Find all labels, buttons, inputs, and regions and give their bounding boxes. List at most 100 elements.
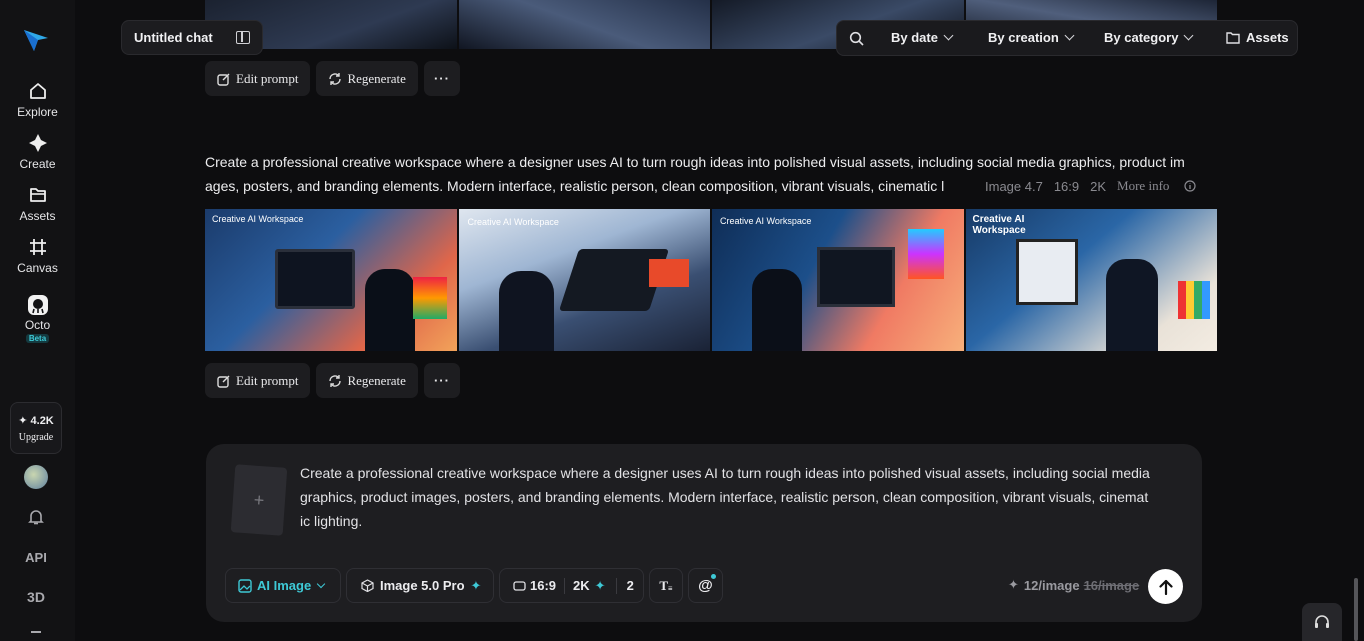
more-options-button[interactable]: ··· [423, 61, 460, 96]
add-reference-image-button[interactable]: + [230, 464, 288, 536]
more-options-button[interactable]: ··· [423, 363, 460, 398]
generated-image[interactable] [458, 0, 710, 49]
edit-prompt-label: Edit prompt [236, 372, 299, 388]
divider [564, 577, 566, 594]
panel-toggle-icon[interactable] [236, 31, 250, 44]
edit-icon [217, 73, 230, 86]
search-icon[interactable] [849, 31, 864, 46]
edit-prompt-label: Edit prompt [236, 70, 299, 86]
sidebar-item-label: Canvas [17, 261, 58, 275]
prompt-input-line: graphics, product images, posters, and b… [300, 489, 1149, 505]
edit-icon [217, 375, 230, 388]
chat-title-chip[interactable]: Untitled chat [121, 20, 263, 55]
folder-icon [27, 184, 49, 206]
arrow-up-icon [1158, 579, 1173, 595]
more-info-link[interactable]: More info [1117, 178, 1180, 194]
plus-icon: + [253, 489, 265, 510]
assets-button[interactable]: Assets [1226, 30, 1289, 45]
filter-label: By creation [988, 30, 1059, 45]
sidebar-item-explore[interactable]: Explore [0, 80, 75, 119]
sparkle-icon: ✦ [594, 577, 606, 593]
sidebar-item-assets[interactable]: Assets [0, 184, 75, 223]
sidebar: Explore Create Assets Canvas Octo Beta ✦… [0, 0, 75, 641]
headset-icon [1315, 615, 1329, 628]
sidebar-item-label: Create [19, 157, 56, 171]
sidebar-item-label: Octo [24, 318, 51, 332]
image-caption: Creative AI Workspace [212, 214, 304, 224]
edit-prompt-button[interactable]: Edit prompt [205, 363, 311, 398]
prompt-composer: + Create a professional creative workspa… [206, 444, 1202, 622]
resolution-label: 2K [573, 578, 590, 593]
menu-icon[interactable] [0, 630, 72, 641]
credits-count: ✦ 4.2K [18, 414, 54, 427]
regenerate-label: Regenerate [347, 372, 406, 388]
divider [615, 577, 617, 594]
regenerate-button[interactable]: Regenerate [316, 363, 418, 398]
refresh-icon [329, 374, 342, 387]
regenerate-button[interactable]: Regenerate [316, 61, 418, 96]
image-caption: Creative AI Workspace [720, 216, 812, 226]
filter-by-category[interactable]: By category [1104, 30, 1194, 45]
image-caption: Creative AI Workspace [467, 217, 559, 227]
notification-dot [711, 574, 716, 579]
sidebar-item-create[interactable]: Create [0, 132, 75, 171]
credits-value: 4.2K [30, 414, 54, 427]
cube-icon [361, 579, 374, 592]
prompt-input-line: ic lighting. [300, 513, 363, 529]
home-icon [27, 80, 49, 102]
chevron-down-icon [1064, 30, 1075, 41]
settings-selector[interactable]: 16:9 2K ✦ 2 [499, 568, 644, 603]
edit-prompt-button[interactable]: Edit prompt [205, 61, 311, 96]
generated-image[interactable]: Creative AI Workspace [458, 209, 710, 351]
filter-label: By category [1104, 30, 1179, 45]
generated-image[interactable]: Creative AI Workspace [712, 209, 964, 351]
app-logo-icon[interactable] [22, 26, 50, 54]
bell-icon[interactable] [0, 508, 72, 529]
3d-link[interactable]: 3D [0, 589, 72, 605]
prompt-input[interactable]: Create a professional creative workspace… [300, 461, 1188, 533]
sidebar-item-label: Assets [19, 209, 56, 223]
old-cost-label: 16/image [1083, 577, 1140, 593]
generated-image[interactable]: Creative AI Workspace [205, 209, 457, 351]
sparkle-icon [27, 132, 49, 154]
api-link[interactable]: API [0, 550, 72, 565]
sparkle-icon: ✦ [470, 577, 482, 593]
model-tag: Image 4.7 [985, 178, 1043, 194]
support-button[interactable] [1302, 603, 1342, 641]
chevron-down-icon [1183, 30, 1194, 41]
filter-by-date[interactable]: By date [891, 30, 954, 45]
image-caption: Creative AI Workspace [972, 214, 1026, 236]
scrollbar[interactable] [1354, 578, 1358, 641]
refresh-icon [329, 72, 342, 85]
assets-label: Assets [1246, 30, 1289, 45]
canvas-icon [27, 236, 49, 258]
aspect-ratio-icon [513, 580, 526, 591]
filter-by-creation[interactable]: By creation [988, 30, 1075, 45]
send-button[interactable] [1148, 569, 1183, 604]
model-label: Image 5.0 Pro [380, 578, 465, 593]
generation-meta: Image 4.7 16:9 2K More info [967, 174, 1197, 198]
folder-icon [1226, 32, 1240, 44]
sidebar-item-octo[interactable]: Octo Beta [0, 294, 75, 343]
action-row: Edit prompt Regenerate ··· [205, 61, 460, 96]
ratio-tag: 16:9 [1053, 178, 1080, 194]
count-label: 2 [626, 578, 634, 593]
cost-indicator: ✦ 12/image 16/image [1008, 577, 1139, 593]
action-row: Edit prompt Regenerate ··· [205, 363, 460, 398]
filter-label: By date [891, 30, 938, 45]
text-style-button[interactable]: T ≡ [649, 568, 683, 603]
mention-button[interactable]: @ [688, 568, 723, 603]
upgrade-label: Upgrade [18, 431, 54, 443]
filter-bar: By date By creation By category Assets [836, 20, 1298, 56]
generated-image[interactable]: Creative AI Workspace [965, 209, 1217, 351]
prompt-line: Create a professional creative workspace… [205, 154, 1185, 170]
upgrade-button[interactable]: ✦ 4.2K Upgrade [10, 402, 62, 454]
sidebar-item-canvas[interactable]: Canvas [0, 236, 75, 275]
chat-title: Untitled chat [134, 30, 213, 45]
info-icon[interactable] [1184, 180, 1197, 192]
model-selector[interactable]: Image 5.0 Pro ✦ [346, 568, 494, 603]
avatar[interactable] [24, 465, 48, 489]
mode-selector[interactable]: AI Image [225, 568, 341, 603]
sparkle-icon: ✦ [1008, 577, 1019, 592]
octo-icon [27, 294, 49, 316]
